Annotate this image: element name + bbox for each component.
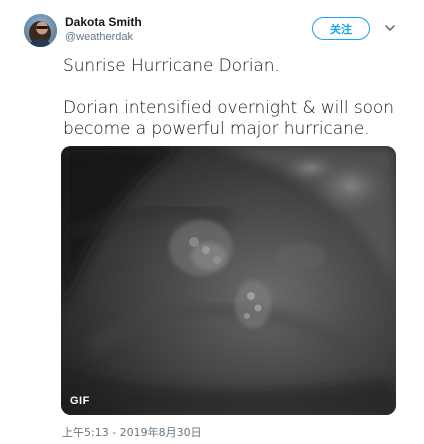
follow-button[interactable]: 关注: [312, 17, 370, 40]
gif-badge: GIF: [70, 395, 90, 407]
tweet-text-line-2: Dorian intensified overnight & will soon: [63, 98, 394, 118]
tweet-card: Dakota Smith @weatherdak 关注 Sunrise Hurr…: [0, 0, 424, 444]
author-handle[interactable]: @weatherdak: [65, 31, 133, 43]
tweet-timestamp[interactable]: 上午5:13 - 2019年8月30日: [62, 424, 202, 440]
gif-media[interactable]: [61, 146, 396, 415]
tweet-text-line-1: Sunrise Hurricane Dorian.: [63, 56, 280, 76]
chevron-down-icon[interactable]: [384, 22, 396, 34]
author-name[interactable]: Dakota Smith: [65, 15, 142, 29]
hurricane-satellite-image: [61, 146, 396, 415]
avatar[interactable]: [24, 14, 57, 47]
tweet-text-line-3: become a powerful major hurricane.: [63, 119, 370, 139]
